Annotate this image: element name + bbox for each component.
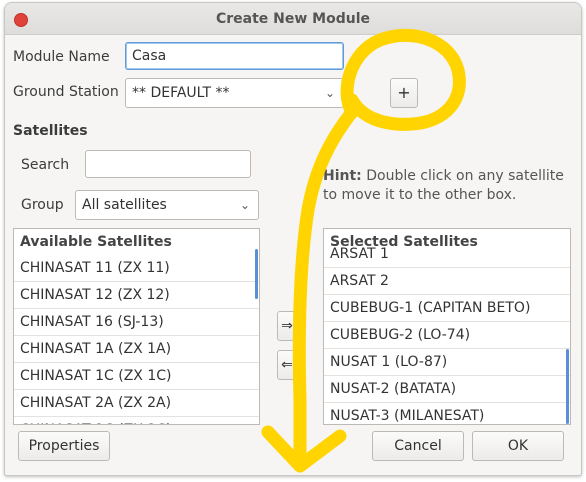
list-item[interactable]: NUSAT 1 (LO-87) — [324, 349, 570, 376]
list-item[interactable]: NUSAT-3 (MILANESAT) — [324, 403, 570, 424]
group-value: All satellites — [82, 197, 167, 213]
plus-icon: + — [397, 83, 411, 102]
cancel-button[interactable]: Cancel — [372, 431, 464, 461]
properties-button[interactable]: Properties — [18, 431, 110, 461]
list-item[interactable]: CHINASAT 11 (ZX 11) — [14, 255, 259, 282]
ground-station-label: Ground Station — [13, 84, 119, 100]
move-left-button[interactable]: ⇐ — [277, 350, 297, 380]
list-item[interactable]: ARSAT 2 — [324, 268, 570, 295]
ground-station-select[interactable]: ** DEFAULT ** ⌄ — [125, 78, 344, 108]
list-item[interactable]: CHINASAT 2C (ZX 2C) — [14, 417, 259, 424]
list-item[interactable]: CHINASAT 12 (ZX 12) — [14, 282, 259, 309]
list-item[interactable]: CHINASAT 1A (ZX 1A) — [14, 336, 259, 363]
list-item[interactable]: CUBEBUG-2 (LO-74) — [324, 322, 570, 349]
hint-line1: Double click on any satellite — [366, 168, 564, 184]
selected-scrollbar[interactable] — [566, 349, 569, 424]
group-select[interactable]: All satellites ⌄ — [75, 190, 259, 220]
hint-line2: to move it to the other box. — [323, 187, 517, 203]
group-label: Group — [21, 197, 64, 213]
list-item[interactable]: CHINASAT 2A (ZX 2A) — [14, 390, 259, 417]
available-scrollbar[interactable] — [255, 249, 258, 299]
ground-station-value: ** DEFAULT ** — [132, 85, 230, 101]
hint-label: Hint: — [323, 168, 362, 184]
satellites-section-label: Satellites — [13, 123, 88, 139]
list-item[interactable]: CUBEBUG-1 (CAPITAN BETO) — [324, 295, 570, 322]
ok-button[interactable]: OK — [472, 431, 564, 461]
available-satellites-header: Available Satellites — [14, 229, 259, 255]
hint-text: Hint: Double click on any satellite to m… — [323, 167, 573, 205]
search-input[interactable] — [85, 150, 251, 178]
add-ground-station-button[interactable]: + — [390, 78, 418, 108]
move-right-button[interactable]: ⇒ — [277, 311, 297, 341]
chevron-down-icon: ⌄ — [324, 86, 335, 100]
title-bar: Create New Module — [5, 3, 581, 35]
arrow-right-icon: ⇒ — [281, 318, 293, 334]
search-label: Search — [21, 157, 70, 173]
list-item[interactable]: CHINASAT 1C (ZX 1C) — [14, 363, 259, 390]
list-item[interactable]: NUSAT-2 (BATATA) — [324, 376, 570, 403]
create-module-dialog: Create New Module Module Name Ground Sta… — [4, 2, 582, 476]
selected-satellites-list[interactable]: Selected Satellites ARSAT 1 ARSAT 2 CUBEBU… — [323, 228, 571, 425]
arrow-left-icon: ⇐ — [281, 357, 293, 373]
module-name-label: Module Name — [13, 49, 110, 65]
chevron-down-icon: ⌄ — [239, 198, 250, 212]
available-satellites-list[interactable]: Available Satellites CHINASAT 11 (ZX 11)… — [13, 228, 260, 425]
list-item[interactable]: CHINASAT 16 (SJ-13) — [14, 309, 259, 336]
dialog-title: Create New Module — [215, 11, 371, 27]
module-name-field[interactable] — [125, 42, 344, 70]
